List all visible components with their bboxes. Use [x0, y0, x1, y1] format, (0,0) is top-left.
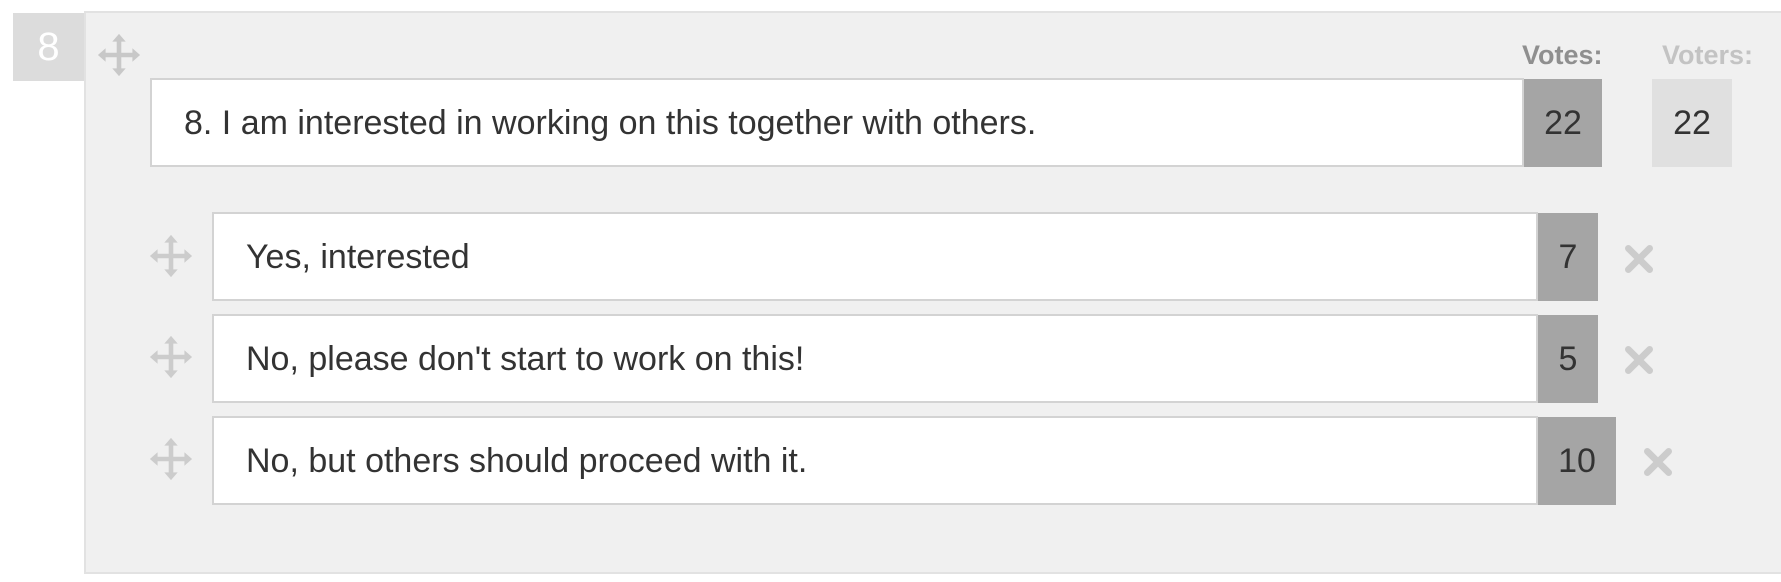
- question-text-field[interactable]: 8. I am interested in working on this to…: [150, 78, 1524, 167]
- option-text: No, but others should proceed with it.: [246, 441, 808, 480]
- option-text-field[interactable]: No, please don't start to work on this!: [212, 314, 1538, 403]
- option-drag-handle-icon[interactable]: [148, 334, 194, 380]
- question-drag-handle-icon[interactable]: [96, 32, 142, 78]
- votes-header: Votes:: [1522, 40, 1603, 70]
- option-text: No, please don't start to work on this!: [246, 339, 805, 378]
- voters-header: Voters:: [1662, 40, 1754, 70]
- option-votes-count: 10: [1538, 417, 1616, 505]
- remove-option-close-icon[interactable]: [1623, 243, 1655, 275]
- option-text-field[interactable]: No, but others should proceed with it.: [212, 416, 1538, 505]
- remove-option-close-icon[interactable]: [1642, 446, 1674, 478]
- question-voters-count: 22: [1652, 79, 1732, 167]
- question-text: 8. I am interested in working on this to…: [184, 103, 1037, 142]
- remove-option-close-icon[interactable]: [1623, 344, 1655, 376]
- option-votes-count: 5: [1538, 315, 1598, 403]
- option-text: Yes, interested: [246, 237, 470, 276]
- option-drag-handle-icon[interactable]: [148, 233, 194, 279]
- question-number-badge: 8: [13, 13, 84, 81]
- option-votes-count: 7: [1538, 213, 1598, 301]
- option-drag-handle-icon[interactable]: [148, 436, 194, 482]
- question-votes-count: 22: [1524, 79, 1602, 167]
- option-text-field[interactable]: Yes, interested: [212, 212, 1538, 301]
